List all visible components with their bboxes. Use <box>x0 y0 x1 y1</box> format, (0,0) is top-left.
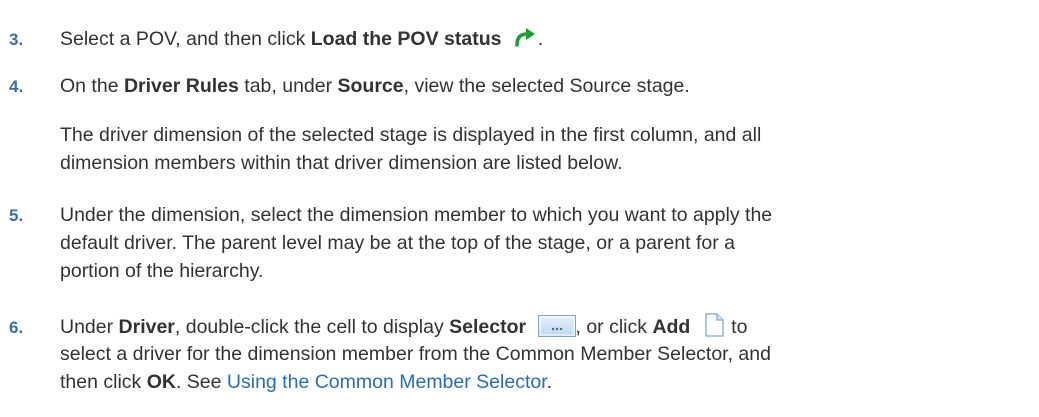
paragraph-line: dimension members within that driver dim… <box>60 152 623 174</box>
ui-term: OK <box>146 371 176 393</box>
step-number: 6. <box>9 318 24 337</box>
step-number: 5. <box>9 206 24 225</box>
step-text-line: portion of the hierarchy. <box>60 260 264 282</box>
common-member-selector-link[interactable]: Using the Common Member Selector <box>227 371 547 393</box>
ui-term: Add <box>652 316 691 338</box>
load-pov-status-icon <box>511 26 538 56</box>
step-number: 3. <box>9 30 24 49</box>
step-number: 4. <box>9 77 24 96</box>
step-text: Select a POV, and then click Load the PO… <box>60 26 543 56</box>
step-text-line: default driver. The parent level may be … <box>60 232 735 254</box>
ui-term: Driver <box>118 316 175 338</box>
paragraph-line: The driver dimension of the selected sta… <box>60 124 762 146</box>
step-text-line: select a driver for the dimension member… <box>60 343 771 365</box>
ui-term: Source <box>337 75 404 97</box>
ui-term: Load the POV status <box>310 28 502 50</box>
ui-term: Driver Rules <box>123 75 239 97</box>
step-text-line: Under the dimension, select the dimensio… <box>60 204 773 226</box>
step-text-line: then click OK. See Using the Common Memb… <box>60 371 553 393</box>
ui-term: Selector <box>449 316 527 338</box>
step-text: On the Driver Rules tab, under Source, v… <box>60 75 690 97</box>
